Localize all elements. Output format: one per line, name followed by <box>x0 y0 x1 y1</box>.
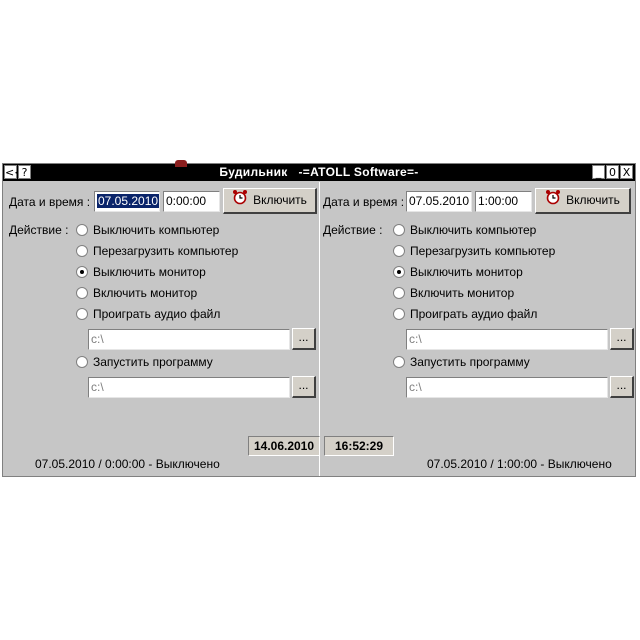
alarm-clock-icon <box>232 189 248 212</box>
maximize-button[interactable]: 0 <box>606 165 619 179</box>
browse-program-button[interactable]: ... <box>292 376 316 398</box>
radio-monitor-off[interactable] <box>393 266 405 278</box>
alarm-panel-left: Дата и время : 07.05.2010 0:00:00 Включи… <box>3 182 319 476</box>
action-label: Действие : <box>9 223 69 237</box>
radio-monitor-off[interactable] <box>76 266 88 278</box>
browse-program-button[interactable]: ... <box>610 376 634 398</box>
radio-restart[interactable] <box>393 245 405 257</box>
enable-button-label: Включить <box>566 193 620 207</box>
time-field[interactable]: 0:00:00 <box>163 191 220 212</box>
status-text: 07.05.2010 / 0:00:00 - Выключено <box>35 457 220 471</box>
radio-shutdown[interactable] <box>393 224 405 236</box>
radio-run-program[interactable] <box>393 356 405 368</box>
audio-path-field[interactable]: c:\ <box>88 329 290 350</box>
radio-run-program[interactable] <box>76 356 88 368</box>
radio-restart[interactable] <box>76 245 88 257</box>
browse-audio-button[interactable]: ... <box>610 328 634 350</box>
date-field[interactable]: 07.05.2010 <box>406 191 472 212</box>
audio-path-field[interactable]: c:\ <box>406 329 608 350</box>
program-path-field[interactable]: c:\ <box>406 377 608 398</box>
enable-button[interactable]: Включить <box>223 188 317 214</box>
title-bar[interactable]: << ? Будильник -=ATOLL Software=- _ 0 X <box>3 160 635 181</box>
status-text: 07.05.2010 / 1:00:00 - Выключено <box>427 457 612 471</box>
radio-monitor-on[interactable] <box>76 287 88 299</box>
radio-monitor-on[interactable] <box>393 287 405 299</box>
browse-audio-button[interactable]: ... <box>292 328 316 350</box>
alarm-clock-icon <box>545 189 561 212</box>
window-title: Будильник -=ATOLL Software=- <box>219 165 419 179</box>
enable-button[interactable]: Включить <box>535 188 631 214</box>
radio-shutdown[interactable] <box>76 224 88 236</box>
date-field[interactable]: 07.05.2010 <box>94 191 160 212</box>
alarm-window: << ? Будильник -=ATOLL Software=- _ 0 X … <box>2 160 636 477</box>
date-time-label: Дата и время : <box>9 195 91 209</box>
time-field[interactable]: 1:00:00 <box>475 191 532 212</box>
minimize-button[interactable]: _ <box>592 165 605 179</box>
alarm-panel-right: Дата и время : 07.05.2010 1:00:00 Включи… <box>320 182 636 476</box>
date-time-label: Дата и время : <box>323 195 405 209</box>
radio-play-audio[interactable] <box>76 308 88 320</box>
current-date: 14.06.2010 <box>248 436 320 456</box>
enable-button-label: Включить <box>253 193 307 207</box>
radio-play-audio[interactable] <box>393 308 405 320</box>
close-button[interactable]: X <box>620 165 633 179</box>
current-time: 16:52:29 <box>324 436 394 456</box>
program-path-field[interactable]: c:\ <box>88 377 290 398</box>
action-label: Действие : <box>323 223 383 237</box>
